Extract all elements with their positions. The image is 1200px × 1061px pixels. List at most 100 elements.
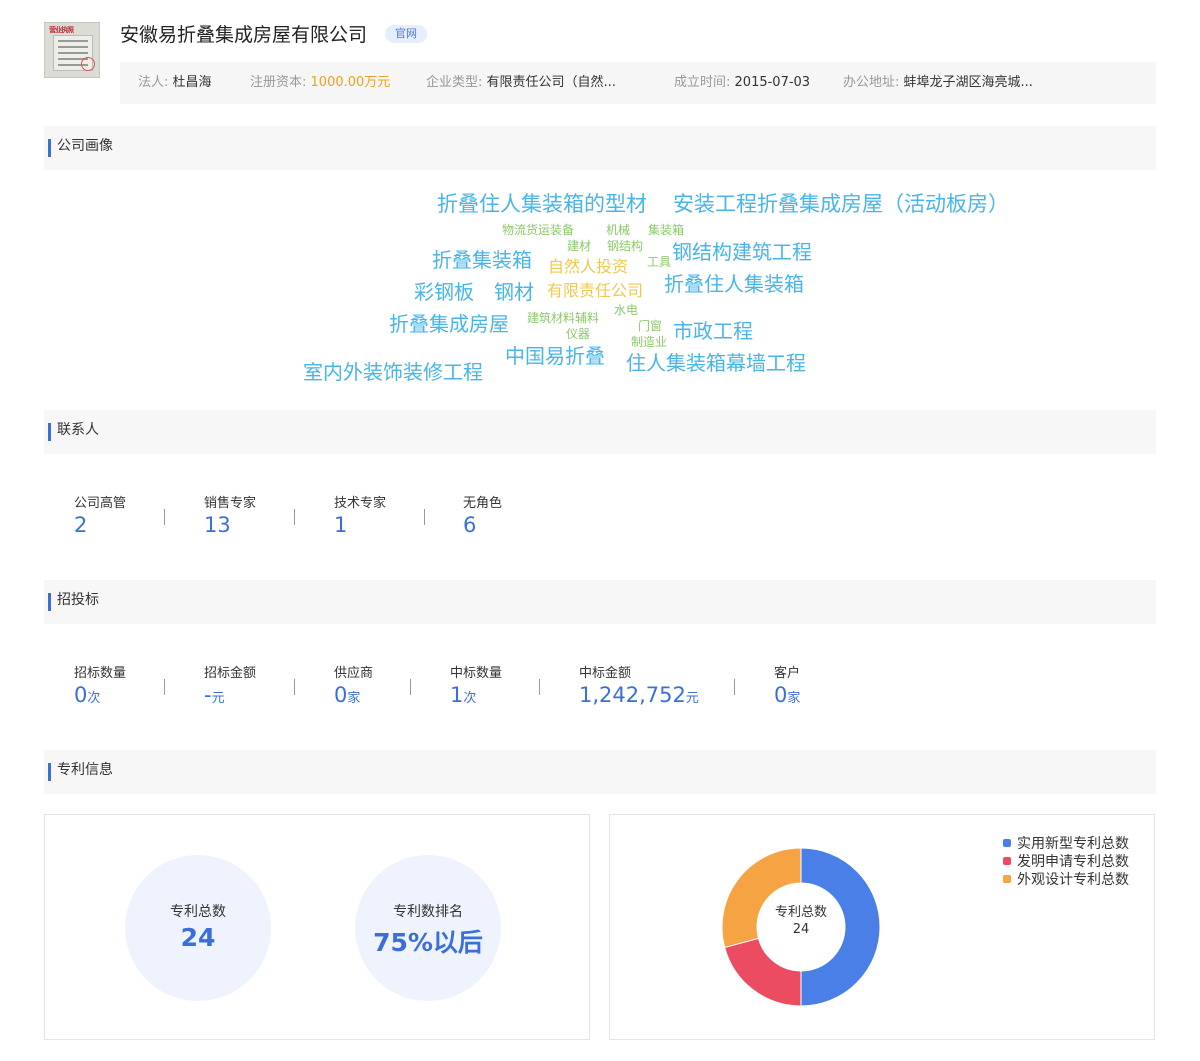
patent-total-value: 24 bbox=[180, 923, 216, 952]
contact-stat-technical[interactable]: 技术专家 1 bbox=[334, 492, 386, 537]
word-cloud-word: 集装箱 bbox=[648, 223, 685, 237]
founded-label: 成立时间: bbox=[674, 75, 731, 90]
legend-label: 实用新型专利总数 bbox=[1017, 836, 1129, 852]
word-cloud-word: 安装工程折叠集成房屋（活动板房） bbox=[673, 192, 1009, 216]
official-website-badge[interactable]: 官网 bbox=[385, 25, 427, 43]
bid-stat-win-count[interactable]: 中标数量 1次 bbox=[450, 662, 502, 707]
bid-stat-value: 0 bbox=[774, 683, 788, 707]
word-cloud-word: 门窗 bbox=[638, 319, 663, 333]
legend-item-invention[interactable]: 发明申请专利总数 bbox=[1003, 851, 1129, 871]
section-portrait: 公司画像 bbox=[44, 126, 1156, 170]
company-type-item: 企业类型: 有限责任公司（自然... bbox=[426, 62, 616, 104]
section-title-patents: 专利信息 bbox=[57, 762, 113, 778]
donut-center-label: 专利总数 24 bbox=[773, 904, 829, 938]
contact-stat-executives[interactable]: 公司高管 2 bbox=[74, 492, 126, 537]
contact-stat-value: 6 bbox=[463, 513, 477, 537]
bid-stat-win-amount[interactable]: 中标金额 1,242,752元 bbox=[579, 662, 699, 707]
word-cloud-word: 彩钢板 bbox=[414, 280, 474, 304]
section-contacts: 联系人 bbox=[44, 410, 1156, 454]
bid-stat-value: 0 bbox=[334, 683, 348, 707]
bid-stat-value: 0 bbox=[74, 683, 88, 707]
word-cloud-word: 水电 bbox=[614, 303, 639, 317]
patent-chart-card: 专利总数 24 实用新型专利总数 发明申请专利总数 外观设计专利总数 bbox=[609, 814, 1155, 1040]
patent-rank-value: 75%以后 bbox=[373, 928, 483, 957]
word-cloud-word: 自然人投资 bbox=[548, 257, 629, 276]
founded-value: 2015-07-03 bbox=[734, 75, 811, 90]
word-cloud-word: 钢材 bbox=[494, 280, 534, 304]
bid-stat-unit: 次 bbox=[87, 691, 101, 706]
legend-dot bbox=[1003, 875, 1011, 883]
capital-label: 注册资本: bbox=[250, 75, 307, 90]
bid-stat-label: 供应商 bbox=[334, 666, 374, 681]
legend-dot bbox=[1003, 839, 1011, 847]
capital-value: 1000.00万元 bbox=[310, 75, 391, 90]
contact-stat-label: 销售专家 bbox=[204, 496, 257, 511]
address-label: 办公地址: bbox=[843, 75, 900, 90]
bid-stat-value: 1,242,752 bbox=[579, 683, 686, 707]
bid-stat-label: 招标金额 bbox=[204, 666, 257, 681]
word-cloud-word: 物流货运装备 bbox=[502, 223, 575, 237]
section-marker bbox=[48, 593, 51, 611]
stat-divider bbox=[294, 509, 295, 525]
word-cloud-word: 折叠住人集装箱的型材 bbox=[437, 192, 647, 216]
company-type-label: 企业类型: bbox=[426, 75, 483, 90]
patent-total-circle: 专利总数 24 bbox=[125, 855, 271, 1001]
contact-stat-no-role[interactable]: 无角色 6 bbox=[463, 492, 502, 537]
logo-stamp-text: 营业执照 bbox=[49, 26, 74, 34]
donut-center-title: 专利总数 bbox=[774, 905, 827, 920]
company-info-bar: 法人: 杜昌海 注册资本: 1000.00万元 企业类型: 有限责任公司（自然.… bbox=[120, 62, 1156, 104]
bid-stat-label: 中标数量 bbox=[450, 666, 503, 681]
word-cloud-word: 工具 bbox=[647, 255, 672, 269]
word-cloud-word: 有限责任公司 bbox=[547, 281, 644, 300]
legend-label: 发明申请专利总数 bbox=[1017, 854, 1129, 870]
bid-stat-tender-amount[interactable]: 招标金额 -元 bbox=[204, 662, 256, 707]
stat-divider bbox=[424, 509, 425, 525]
word-cloud-word: 折叠集装箱 bbox=[432, 248, 532, 272]
word-cloud-word: 室内外装饰装修工程 bbox=[303, 360, 483, 384]
patent-total-label: 专利总数 bbox=[170, 904, 226, 920]
section-title-contacts: 联系人 bbox=[57, 422, 99, 438]
bid-stat-unit: 元 bbox=[685, 691, 699, 706]
word-cloud-word: 市政工程 bbox=[673, 319, 753, 343]
contact-stat-value: 1 bbox=[334, 513, 348, 537]
legal-person-label: 法人: bbox=[138, 75, 169, 90]
word-cloud-word: 折叠集成房屋 bbox=[389, 312, 509, 336]
word-cloud-word: 机械 bbox=[606, 223, 631, 237]
section-bidding: 招投标 bbox=[44, 580, 1156, 624]
seal-icon bbox=[81, 57, 95, 71]
bid-stat-unit: 家 bbox=[787, 691, 801, 706]
bid-stat-tender-count[interactable]: 招标数量 0次 bbox=[74, 662, 126, 707]
bid-stat-suppliers[interactable]: 供应商 0家 bbox=[334, 662, 373, 707]
word-cloud-word: 建筑材料辅料 bbox=[527, 311, 600, 325]
bid-stat-unit: 次 bbox=[463, 691, 477, 706]
contact-stat-sales[interactable]: 销售专家 13 bbox=[204, 492, 256, 537]
word-cloud-word: 钢结构建筑工程 bbox=[672, 240, 812, 264]
company-logo: 营业执照 bbox=[44, 22, 100, 78]
word-cloud-word: 折叠住人集装箱 bbox=[664, 272, 804, 296]
patent-rank-circle: 专利数排名 75%以后 bbox=[355, 855, 501, 1001]
section-marker bbox=[48, 423, 51, 441]
founded-item: 成立时间: 2015-07-03 bbox=[674, 62, 810, 104]
legend-item-design[interactable]: 外观设计专利总数 bbox=[1003, 869, 1129, 889]
stat-divider bbox=[539, 679, 540, 695]
word-cloud-word: 建材 bbox=[567, 239, 592, 253]
donut-center-value: 24 bbox=[792, 922, 810, 937]
donut-slice-1[interactable] bbox=[724, 937, 802, 1007]
section-marker bbox=[48, 139, 51, 157]
stat-divider bbox=[164, 679, 165, 695]
bid-stat-customers[interactable]: 客户 0家 bbox=[774, 662, 800, 707]
word-cloud-word: 中国易折叠 bbox=[505, 344, 605, 368]
bid-stat-value: - bbox=[204, 683, 212, 707]
legal-person-value[interactable]: 杜昌海 bbox=[173, 75, 212, 90]
contact-stat-value: 2 bbox=[74, 513, 88, 537]
stat-divider bbox=[294, 679, 295, 695]
address-item: 办公地址: 蚌埠龙子湖区海亮城... bbox=[843, 62, 1033, 104]
legend-item-utility[interactable]: 实用新型专利总数 bbox=[1003, 833, 1129, 853]
contact-stat-label: 公司高管 bbox=[74, 496, 127, 511]
word-cloud-word: 钢结构 bbox=[607, 239, 644, 253]
capital-item: 注册资本: 1000.00万元 bbox=[250, 62, 390, 104]
address-value: 蚌埠龙子湖区海亮城... bbox=[903, 75, 1033, 90]
legal-person-item: 法人: 杜昌海 bbox=[138, 62, 212, 104]
bid-stat-unit: 家 bbox=[347, 691, 361, 706]
company-type-value: 有限责任公司（自然... bbox=[486, 75, 616, 90]
